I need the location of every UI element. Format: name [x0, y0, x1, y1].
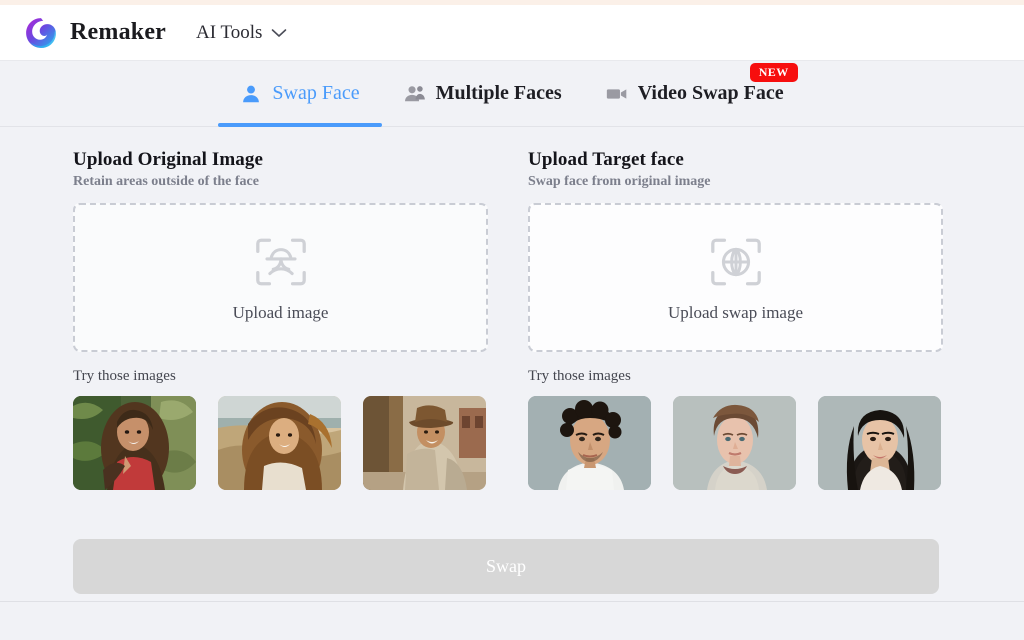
dropzone-original-image[interactable]: Upload image — [73, 203, 488, 352]
tab-label: Multiple Faces — [435, 82, 562, 104]
multiple-people-icon — [404, 83, 426, 105]
nav-dropdown-label: AI Tools — [196, 21, 263, 43]
new-badge: NEW — [749, 62, 798, 82]
single-person-icon — [240, 83, 262, 105]
swap-button[interactable]: Swap — [73, 539, 939, 594]
tab-video-swap-face[interactable]: Video Swap Face NEW — [584, 61, 806, 127]
nav-dropdown-ai-tools[interactable]: AI Tools — [196, 22, 287, 44]
brand-name: Remaker — [70, 19, 167, 45]
upload-panels: Upload Original Image Retain areas outsi… — [73, 149, 951, 490]
dropzone-label: Upload image — [232, 302, 329, 322]
dropzone-label: Upload swap image — [667, 302, 804, 322]
page-bottom-area — [0, 602, 1024, 640]
tab-bar: Swap Face Multiple Faces Video Swap Face… — [0, 61, 1024, 127]
app-header: Remaker AI Tools — [0, 5, 1024, 61]
sample-thumb-woman-red-top-garden[interactable] — [73, 396, 196, 490]
dropzone-target-face[interactable]: Upload swap image — [528, 203, 943, 352]
sample-thumbnails-target — [528, 396, 943, 490]
remaker-swirl-logo-icon — [24, 16, 58, 50]
globe-scan-icon — [707, 233, 765, 291]
active-tab-underline — [218, 122, 382, 127]
panel-target-face: Upload Target face Swap face from origin… — [528, 149, 943, 490]
try-images-label: Try those images — [73, 368, 176, 384]
try-images-label: Try those images — [528, 368, 631, 384]
sample-thumb-woman-dark-hair-portrait[interactable] — [818, 396, 941, 490]
main-panel: Upload Original Image Retain areas outsi… — [0, 127, 1024, 602]
panel-subtitle: Swap face from original image — [528, 174, 711, 189]
sample-thumb-woman-curly-hair-beach[interactable] — [218, 396, 341, 490]
sample-thumb-woman-light-hair-portrait[interactable] — [673, 396, 796, 490]
tab-multiple-faces[interactable]: Multiple Faces — [382, 61, 584, 127]
sample-thumb-man-cowboy-hat-town[interactable] — [363, 396, 486, 490]
panel-title: Upload Original Image — [73, 149, 264, 170]
sample-thumb-man-curly-hair-portrait[interactable] — [528, 396, 651, 490]
chevron-down-icon — [271, 28, 287, 38]
sample-thumbnails-original — [73, 396, 488, 490]
tab-swap-face[interactable]: Swap Face — [218, 61, 382, 127]
video-camera-icon — [606, 83, 628, 105]
panel-subtitle: Retain areas outside of the face — [73, 174, 259, 189]
tab-label: Swap Face — [272, 82, 360, 104]
brand[interactable]: Remaker — [24, 16, 166, 50]
tab-label: Video Swap Face — [637, 82, 784, 104]
panel-original-image: Upload Original Image Retain areas outsi… — [73, 149, 488, 490]
panel-title: Upload Target face — [528, 149, 684, 170]
face-scan-icon — [252, 233, 310, 291]
